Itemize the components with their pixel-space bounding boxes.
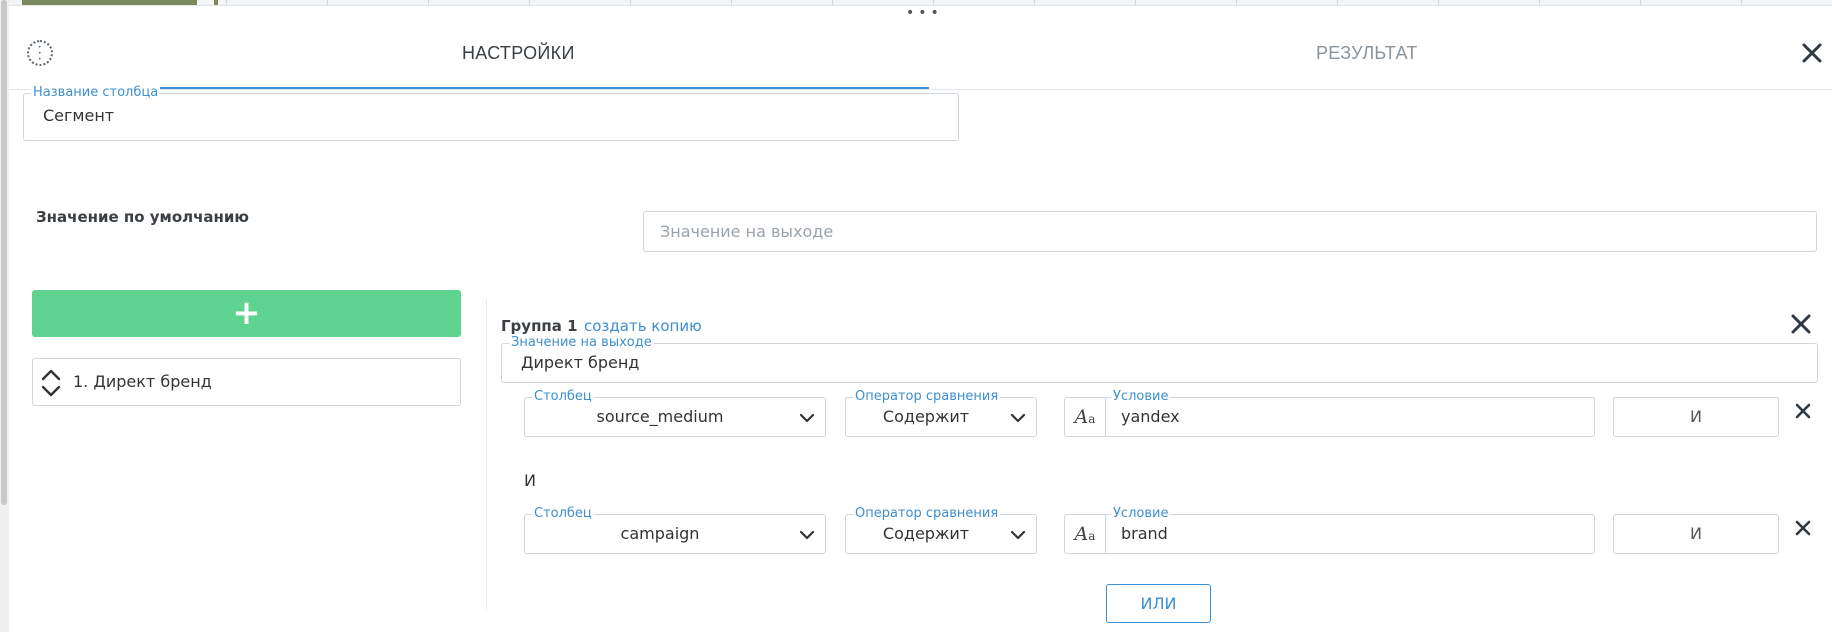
column-select-value: campaign — [620, 524, 700, 543]
close-icon[interactable] — [1799, 40, 1825, 66]
panel-divider — [486, 300, 487, 610]
chevron-down-icon — [799, 530, 815, 540]
operator-select-value: Содержит — [882, 524, 970, 543]
tab-bar: • • • НАСТРОЙКИ РЕЗУЛЬТАТ — [9, 15, 1832, 90]
condition-connector: И — [524, 471, 536, 490]
chevron-down-icon — [799, 413, 815, 423]
operator-select-label: Оператор сравнения — [853, 389, 1001, 405]
column-name-field[interactable]: Название столбца Сегмент — [23, 85, 959, 141]
close-icon[interactable] — [1789, 312, 1813, 336]
column-select-label: Столбец — [532, 506, 594, 522]
condition-field[interactable]: Условие Aa brand — [1064, 506, 1595, 554]
column-select[interactable]: Столбец campaign — [524, 506, 826, 554]
case-sensitive-icon[interactable]: Aa — [1065, 515, 1106, 553]
tab-settings[interactable]: НАСТРОЙКИ — [462, 43, 575, 64]
chevron-down-icon — [1010, 530, 1026, 540]
condition-field[interactable]: Условие Aa yandex — [1064, 389, 1595, 437]
scrollbar-thumb[interactable] — [1, 0, 7, 505]
group-list-item[interactable]: 1. Директ бренд — [32, 358, 461, 406]
operator-select[interactable]: Оператор сравнения Содержит — [845, 506, 1037, 554]
column-editor-panel: • • • НАСТРОЙКИ РЕЗУЛЬТАТ Название столбца… — [9, 15, 1832, 632]
tab-result[interactable]: РЕЗУЛЬТАТ — [1316, 43, 1418, 64]
logic-and-button[interactable]: И — [1613, 514, 1779, 554]
operator-select-label: Оператор сравнения — [853, 506, 1001, 522]
case-sensitive-icon[interactable]: Aa — [1065, 398, 1106, 436]
sort-arrows-icon[interactable] — [40, 367, 62, 399]
logic-and-button[interactable]: И — [1613, 397, 1779, 437]
create-copy-link[interactable]: создать копию — [584, 317, 702, 335]
chevron-down-icon — [1010, 413, 1026, 423]
default-value-label: Значение по умолчанию — [36, 208, 249, 226]
column-select[interactable]: Столбец source_medium — [524, 389, 826, 437]
condition-value: yandex — [1121, 407, 1180, 426]
group-list-item-label: 1. Директ бренд — [73, 372, 212, 391]
background-column-ticks — [226, 0, 1832, 5]
column-select-label: Столбец — [532, 389, 594, 405]
remove-icon[interactable] — [1794, 402, 1812, 420]
operator-select[interactable]: Оператор сравнения Содержит — [845, 389, 1037, 437]
column-select-value: source_medium — [596, 407, 724, 426]
or-button[interactable]: ИЛИ — [1106, 584, 1211, 623]
page-scrollbar[interactable] — [0, 0, 9, 632]
default-value-input[interactable] — [643, 211, 1817, 252]
operator-select-value: Содержит — [882, 407, 970, 426]
condition-label: Условие — [1111, 506, 1171, 522]
condition-value: brand — [1121, 524, 1168, 543]
active-tab-indicator — [77, 87, 929, 89]
condition-label: Условие — [1111, 389, 1171, 405]
background-cell-highlight — [22, 0, 197, 5]
settings-dots-icon[interactable]: • • • — [27, 40, 53, 66]
output-value: Директ бренд — [521, 353, 640, 372]
column-name-value: Сегмент — [43, 106, 115, 125]
group-title: Группа 1 — [501, 317, 578, 335]
output-value-label: Значение на выходе — [509, 335, 654, 351]
remove-icon[interactable] — [1794, 519, 1812, 537]
output-value-field[interactable]: Значение на выходе Директ бренд — [501, 335, 1818, 383]
background-cell-highlight — [214, 0, 218, 5]
add-group-button[interactable]: + — [32, 290, 461, 337]
column-name-label: Название столбца — [31, 85, 161, 101]
